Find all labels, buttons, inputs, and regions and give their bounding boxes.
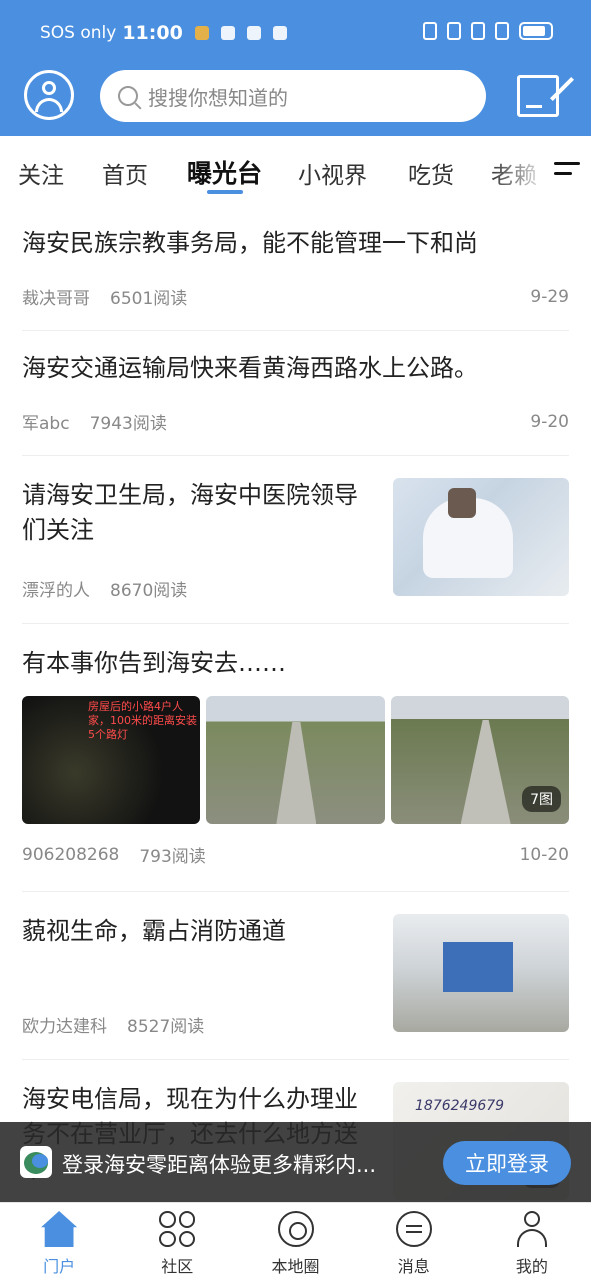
post-meta: 欧力达建科 8527阅读: [22, 1012, 204, 1037]
post-meta: 军abc 7943阅读 9-20: [22, 409, 569, 435]
carrier-text: SOS only: [40, 23, 117, 43]
message-icon: [395, 1211, 432, 1247]
post-reads: 8670阅读: [110, 581, 188, 601]
app-header: SOS only 11:00 搜搜你想知道的: [0, 0, 591, 136]
post-date: 9-20: [530, 411, 569, 432]
post-author: 漂浮的人: [22, 581, 90, 601]
nav-me[interactable]: 我的: [473, 1203, 591, 1280]
post-reads: 8527阅读: [127, 1017, 205, 1037]
notification-icon: [194, 26, 209, 40]
post-date: 10-20: [519, 844, 569, 865]
feed-list: 海安民族宗教事务局，能不能管理一下和尚 裁决哥哥 6501阅读 9-29 海安交…: [0, 206, 591, 1228]
post-reads: 7943阅读: [89, 414, 167, 434]
user-head-icon: [42, 81, 56, 95]
tab-follow[interactable]: 关注: [18, 156, 64, 190]
avatar-button[interactable]: [24, 70, 74, 120]
post-meta: 裁决哥哥 6501阅读 9-29: [22, 284, 569, 310]
gallery-image[interactable]: 房屋后的小路4户人家，100米的距离安装5个路灯: [22, 696, 201, 824]
post-thumbnail[interactable]: [393, 478, 569, 596]
list-item[interactable]: 海安民族宗教事务局，能不能管理一下和尚 裁决哥哥 6501阅读 9-29: [22, 206, 569, 331]
home-icon: [41, 1211, 78, 1247]
wifi-icon: [471, 22, 485, 40]
bell-icon: [220, 26, 235, 40]
community-icon: [159, 1211, 196, 1247]
post-title: 请海安卫生局，海安中医院领导们关注: [22, 481, 358, 544]
login-banner-text: 登录海安零距离体验更多精彩内...: [62, 1153, 377, 1177]
post-title: 藐视生命，霸占消防通道: [22, 917, 286, 945]
post-title: 有本事你告到海安去……: [22, 649, 286, 677]
nav-community[interactable]: 社区: [118, 1203, 236, 1280]
post-meta: 906208268 793阅读 10-20: [22, 842, 569, 868]
post-author: 906208268: [22, 844, 120, 865]
list-item[interactable]: 请海安卫生局，海安中医院领导们关注 漂浮的人 8670阅读: [22, 456, 569, 624]
post-title: 海安民族宗教事务局，能不能管理一下和尚: [22, 229, 478, 257]
sim-alert-icon: [495, 22, 509, 40]
user-body-icon: [35, 98, 63, 112]
list-item[interactable]: 有本事你告到海安去…… 房屋后的小路4户人家，100米的距离安装5个路灯 7图 …: [22, 624, 569, 892]
post-reads: 6501阅读: [110, 289, 188, 309]
post-date: 9-29: [530, 286, 569, 307]
login-banner: 登录海安零距离体验更多精彩内... 立即登录: [0, 1122, 591, 1202]
tab-foodie[interactable]: 吃货: [408, 156, 454, 190]
search-placeholder: 搜搜你想知道的: [148, 85, 288, 110]
compose-button[interactable]: [517, 75, 559, 117]
image-gallery: 房屋后的小路4户人家，100米的距离安装5个路灯 7图: [22, 696, 569, 826]
search-input[interactable]: 搜搜你想知道的: [100, 70, 486, 122]
post-author: 裁决哥哥: [22, 289, 90, 309]
post-author: 军abc: [22, 414, 70, 434]
nfc-icon: [423, 22, 437, 40]
image-caption: 房屋后的小路4户人家，100米的距离安装5个路灯: [88, 700, 197, 741]
post-thumbnail[interactable]: [393, 914, 569, 1032]
gallery-image[interactable]: 7图: [390, 696, 569, 824]
list-item[interactable]: 海安交通运输局快来看黄海西路水上公路。 军abc 7943阅读 9-20: [22, 331, 569, 456]
post-reads: 793阅读: [139, 847, 206, 867]
post-title: 海安交通运输局快来看黄海西路水上公路。: [22, 354, 478, 382]
list-item[interactable]: 藐视生命，霸占消防通道 欧力达建科 8527阅读: [22, 892, 569, 1060]
clock: 11:00: [122, 22, 183, 44]
image-count-badge: 7图: [522, 786, 561, 812]
nav-label: 本地圈: [271, 1257, 320, 1276]
nav-label: 门户: [43, 1257, 76, 1276]
active-tab-indicator: [207, 190, 243, 194]
local-circle-icon: [277, 1211, 314, 1247]
vibrate-icon: [447, 22, 461, 40]
handwriting-image: 1876249679: [415, 1098, 505, 1114]
status-bar: SOS only 11:00: [0, 0, 591, 64]
nav-messages[interactable]: 消息: [355, 1203, 473, 1280]
nav-label: 消息: [397, 1257, 430, 1276]
nav-portal[interactable]: 门户: [0, 1203, 118, 1280]
bottom-nav: 门户 社区 本地圈 消息 我的: [0, 1202, 591, 1280]
app-logo-icon: [20, 1146, 52, 1178]
box-icon: [246, 26, 261, 40]
nav-label: 我的: [515, 1257, 548, 1276]
battery-icon: [519, 22, 553, 40]
tab-fade: [490, 136, 550, 206]
search-icon: [118, 86, 138, 106]
post-meta: 漂浮的人 8670阅读: [22, 576, 187, 601]
menu-icon[interactable]: [554, 160, 580, 180]
nav-local-circle[interactable]: 本地圈: [236, 1203, 354, 1280]
tab-home[interactable]: 首页: [102, 156, 148, 190]
nav-label: 社区: [161, 1257, 194, 1276]
alert-icon: [272, 26, 287, 40]
gallery-image[interactable]: [206, 696, 385, 824]
user-icon: [514, 1211, 550, 1247]
tab-small-vision[interactable]: 小视界: [298, 156, 367, 190]
login-button[interactable]: 立即登录: [443, 1141, 571, 1185]
tab-exposure[interactable]: 曝光台: [187, 154, 262, 190]
post-author: 欧力达建科: [22, 1017, 107, 1037]
